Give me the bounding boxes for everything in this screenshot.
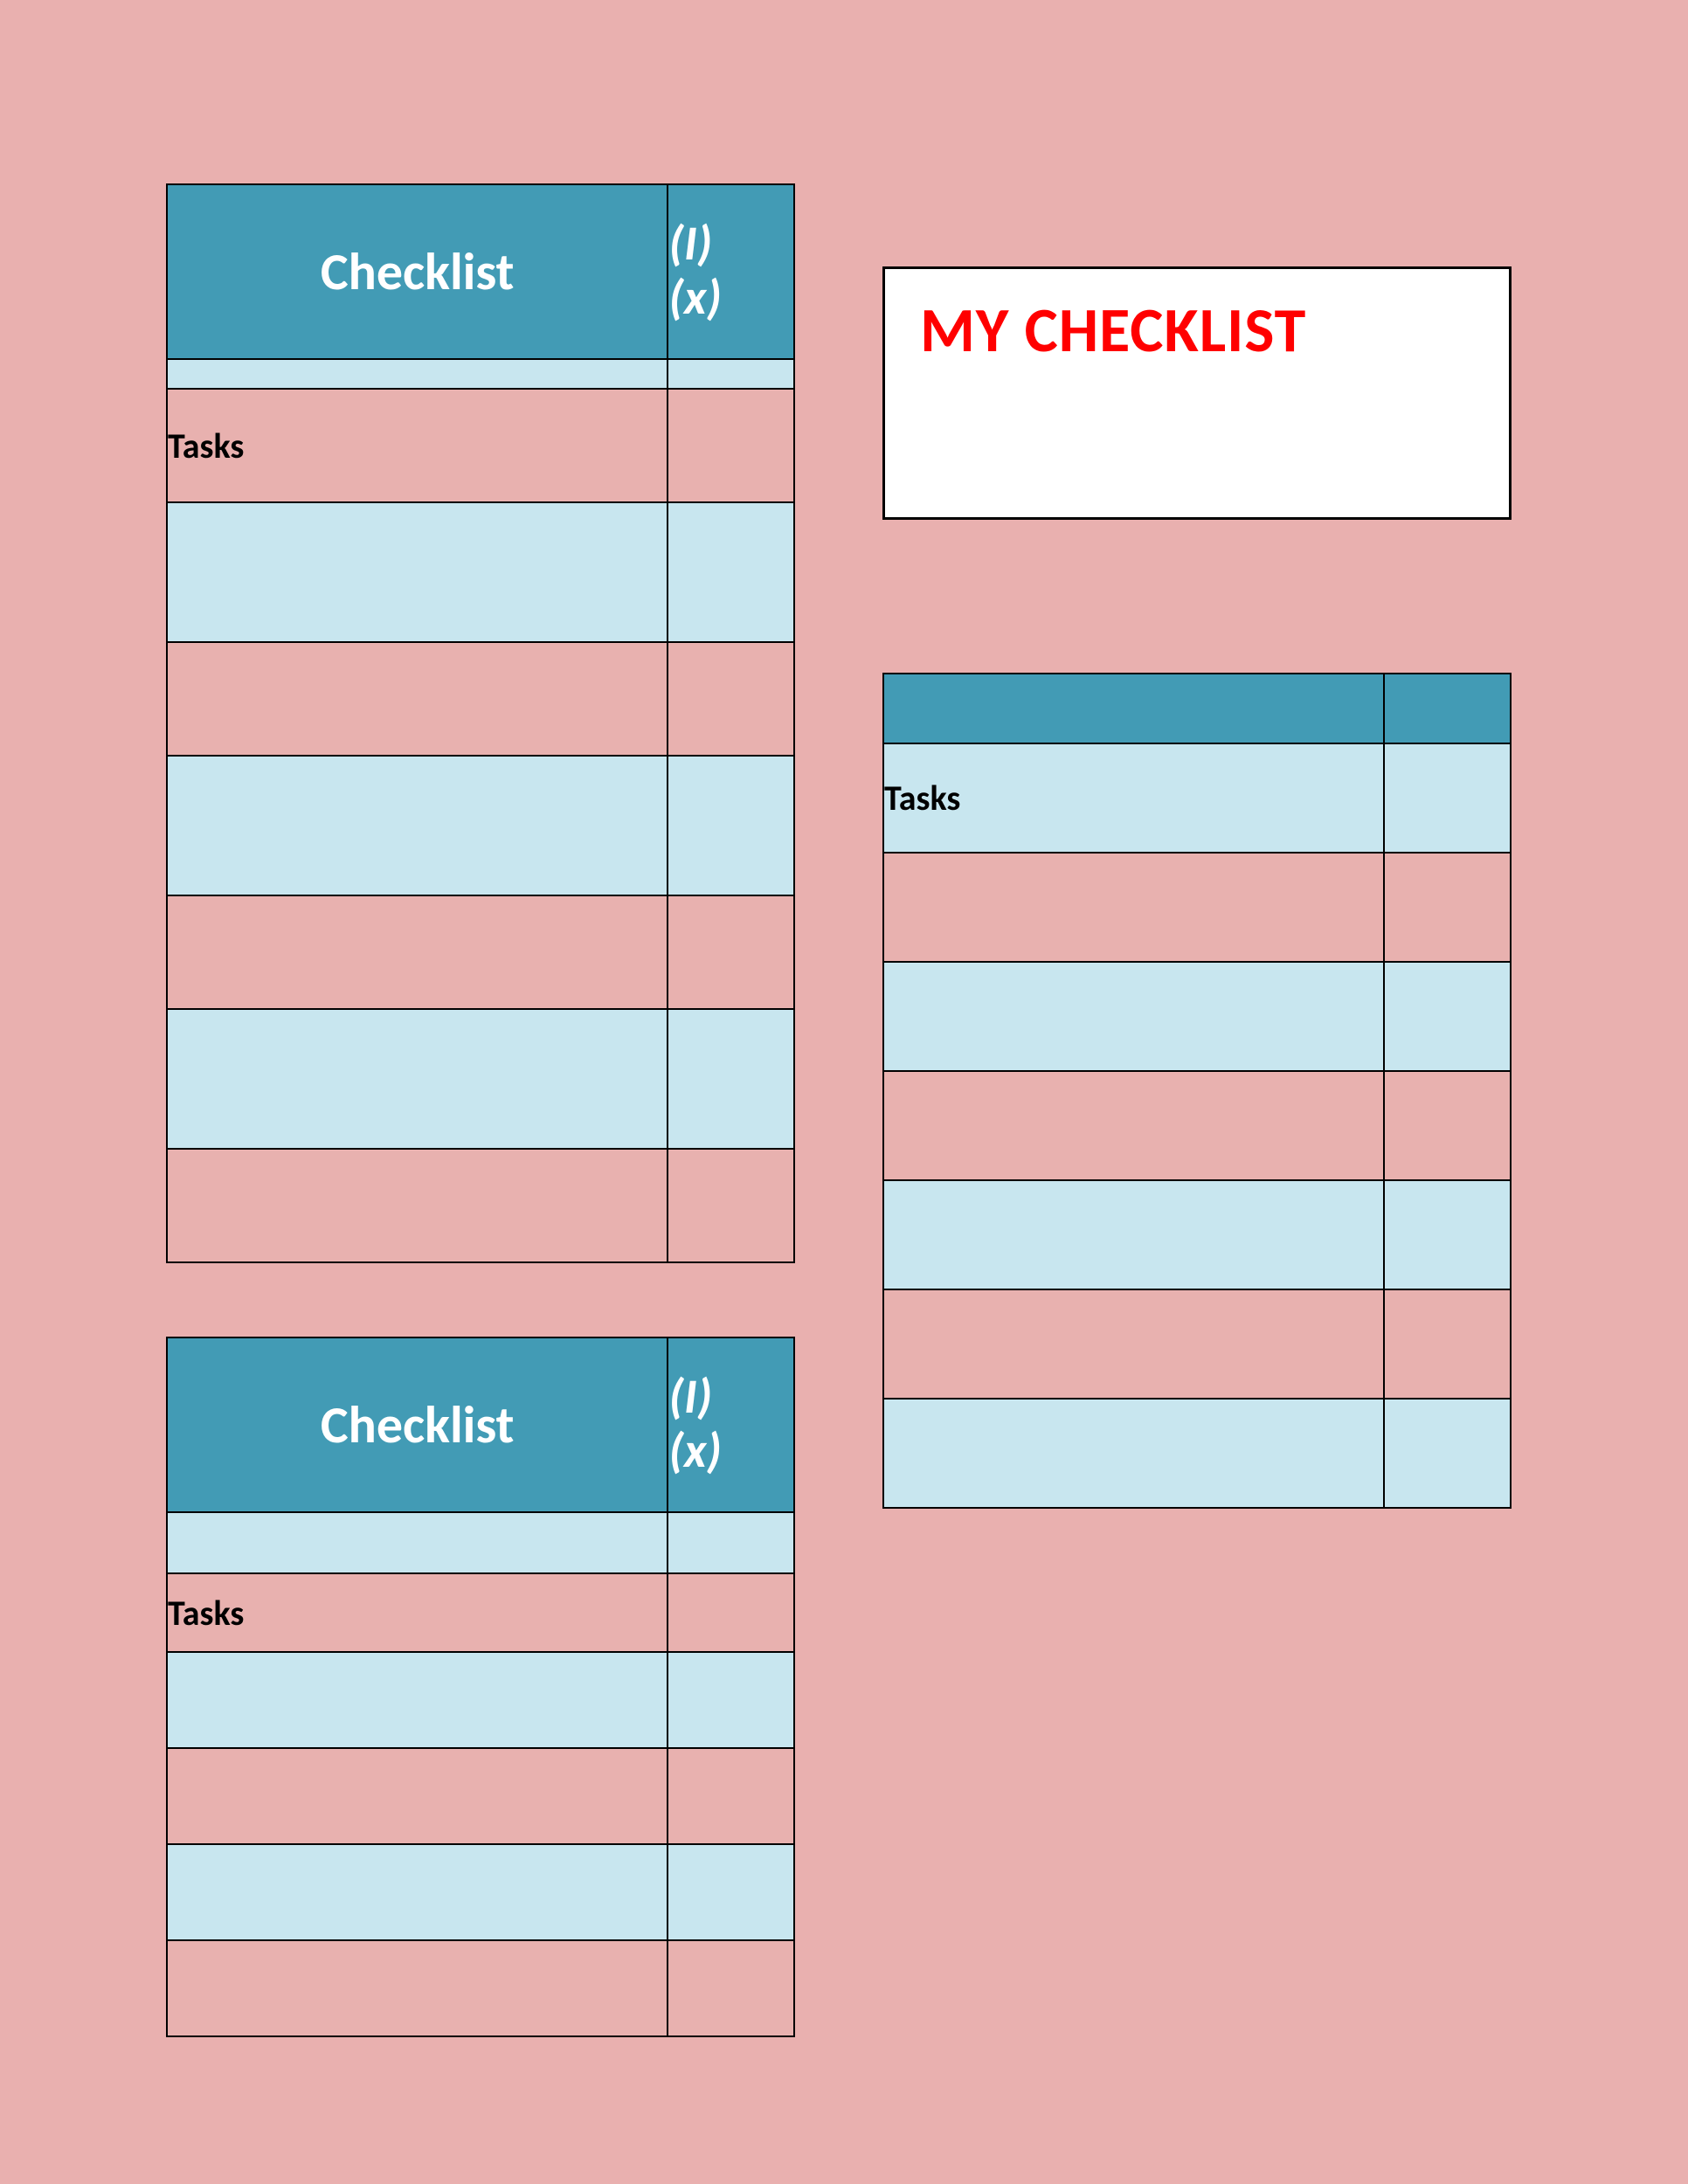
table-row: Tasks bbox=[167, 1573, 794, 1652]
table-row bbox=[167, 1512, 794, 1573]
tasks-label: Tasks bbox=[167, 1573, 668, 1652]
table-row bbox=[167, 895, 794, 1009]
checklist-header-title: Checklist bbox=[167, 1337, 668, 1512]
table-row bbox=[167, 1844, 794, 1940]
table-row bbox=[167, 1009, 794, 1149]
page-title: MY CHECKLIST bbox=[885, 269, 1509, 369]
checklist-table-2: Checklist (I)(x) Tasks bbox=[166, 1337, 795, 2037]
tasks-label: Tasks bbox=[883, 743, 1384, 853]
checklist-header-mark: (I)(x) bbox=[668, 184, 794, 359]
table-row bbox=[167, 1149, 794, 1262]
checklist-header-mark: (I)(x) bbox=[668, 1337, 794, 1512]
checklist-table-1: Checklist (I)(x) Tasks bbox=[166, 183, 795, 1263]
table-row bbox=[883, 1399, 1511, 1508]
checklist-header-title bbox=[883, 674, 1384, 743]
table-row bbox=[883, 853, 1511, 962]
table-row bbox=[167, 1940, 794, 2036]
table-row bbox=[167, 359, 794, 389]
tasks-label: Tasks bbox=[167, 389, 668, 502]
table-row bbox=[167, 642, 794, 756]
table-row bbox=[883, 962, 1511, 1071]
checklist-header-title: Checklist bbox=[167, 184, 668, 359]
title-box: MY CHECKLIST bbox=[882, 266, 1512, 520]
table-row bbox=[883, 1289, 1511, 1399]
table-row bbox=[883, 1071, 1511, 1180]
table-row bbox=[167, 502, 794, 642]
checklist-table-3: Tasks bbox=[882, 673, 1512, 1509]
table-row bbox=[167, 1748, 794, 1844]
table-row: Tasks bbox=[167, 389, 794, 502]
table-row bbox=[883, 1180, 1511, 1289]
checklist-header-mark bbox=[1384, 674, 1511, 743]
table-row bbox=[167, 1652, 794, 1748]
table-row bbox=[167, 756, 794, 895]
table-row: Tasks bbox=[883, 743, 1511, 853]
